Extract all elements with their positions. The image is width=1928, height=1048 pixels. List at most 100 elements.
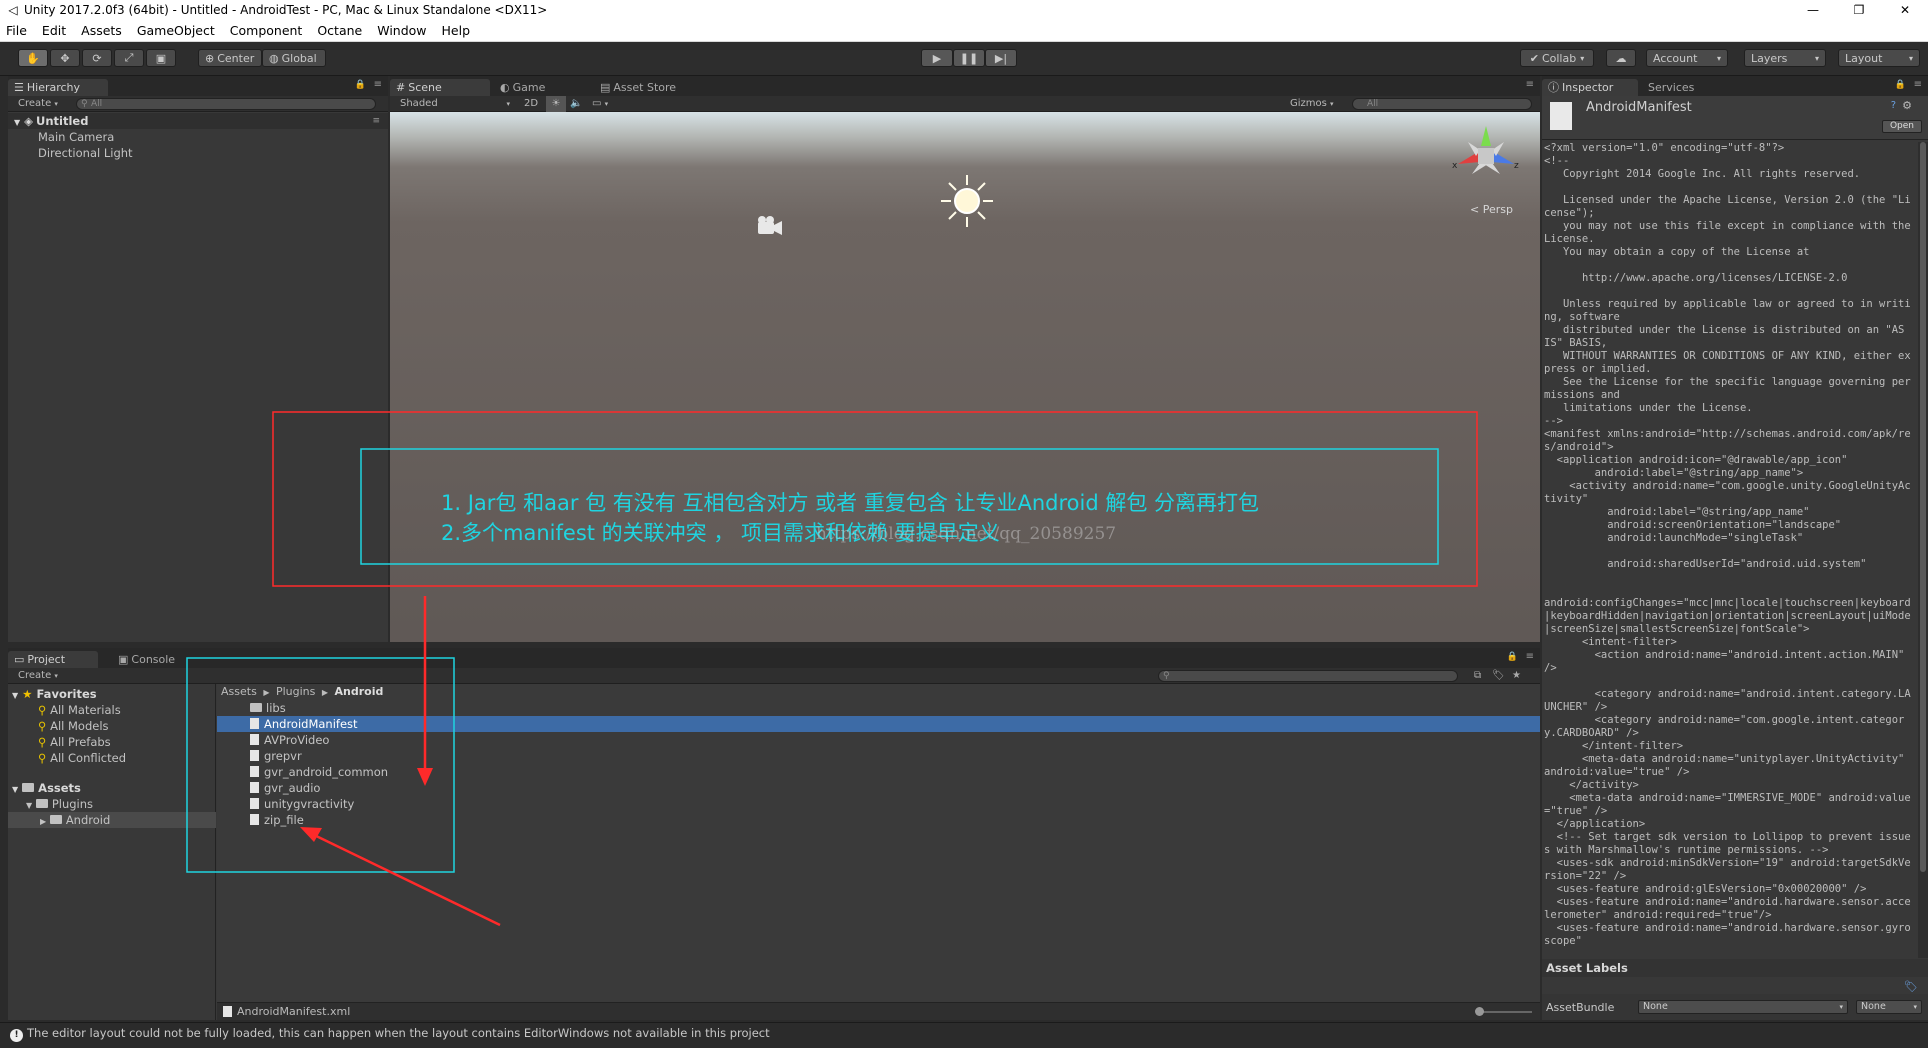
hierarchy-search-input[interactable]: All [76, 98, 376, 110]
favorite-all-conflicted[interactable]: ⚲ All Conflicted [38, 750, 126, 766]
tab-asset-store[interactable]: ▤ Asset Store [594, 79, 704, 96]
2d-toggle[interactable]: 2D [524, 96, 538, 112]
file-row-libs[interactable]: libs [217, 700, 1540, 716]
help-icon[interactable]: ? [1891, 100, 1896, 111]
audio-toggle[interactable]: 🔈 [570, 96, 582, 112]
tab-inspector[interactable]: ⓘ Inspector [1542, 79, 1638, 96]
zoom-slider[interactable] [1477, 1011, 1532, 1013]
panel-menu-icon[interactable]: ≡ [374, 79, 382, 90]
panel-menu-icon[interactable]: ≡ [1526, 651, 1534, 662]
cloud-button[interactable]: ☁ [1606, 49, 1636, 67]
favorites-header[interactable]: ▼ ★ Favorites [12, 686, 97, 702]
search-icon: ⚲ [1163, 671, 1170, 681]
asset-name: AndroidManifest [1586, 100, 1692, 115]
favorite-star-icon[interactable]: ★ [1512, 668, 1521, 684]
menu-component[interactable]: Component [230, 23, 303, 38]
account-dropdown[interactable]: Account ▾ [1646, 49, 1728, 67]
filter-label-icon[interactable]: 🏷 [1492, 668, 1505, 684]
scene-row[interactable]: ▼ ◈ Untitled ≡ [8, 113, 388, 129]
pause-button[interactable]: ❚❚ [953, 49, 985, 67]
inspector-scrollbar[interactable] [1918, 142, 1928, 958]
menu-edit[interactable]: Edit [42, 23, 66, 38]
lock-icon[interactable]: 🔒 [355, 80, 366, 90]
lock-icon[interactable]: 🔒 [1507, 652, 1518, 662]
text-asset-icon [1550, 102, 1572, 130]
rotate-tool-button[interactable]: ⟳ [82, 49, 112, 67]
file-row-unitygvractivity[interactable]: unitygvractivity [217, 796, 1540, 812]
minimize-button[interactable]: — [1790, 0, 1836, 20]
menu-file[interactable]: File [6, 23, 27, 38]
breadcrumb-assets[interactable]: Assets [221, 685, 257, 698]
orientation-gizmo[interactable] [1458, 126, 1514, 174]
tab-game[interactable]: ◐ Game [494, 79, 574, 96]
inspector-scroll-thumb[interactable] [1920, 142, 1926, 872]
shading-dropdown[interactable]: Shaded ▾ [400, 96, 510, 112]
menu-gameobject[interactable]: GameObject [137, 23, 215, 38]
assets-header[interactable]: ▼ Assets [12, 780, 81, 796]
tag-icon[interactable]: 🏷 [1904, 980, 1918, 993]
project-search-input[interactable] [1158, 670, 1458, 682]
panel-menu-icon[interactable]: ≡ [1914, 79, 1922, 90]
hierarchy-item-main-camera[interactable]: Main Camera [38, 129, 114, 145]
scene-search-input[interactable]: All [1352, 98, 1532, 110]
expand-arrow-icon[interactable]: ▼ [14, 118, 20, 127]
lock-icon[interactable]: 🔒 [1895, 80, 1906, 90]
file-row-androidmanifest[interactable]: AndroidManifest [217, 716, 1540, 732]
close-button[interactable]: ✕ [1882, 0, 1928, 20]
scale-tool-button[interactable]: ⤢ [114, 49, 144, 67]
camera-gizmo[interactable] [758, 216, 782, 235]
tab-project[interactable]: ▭ Project [8, 651, 98, 668]
effects-dropdown[interactable]: ▭ ▾ [592, 96, 608, 112]
hierarchy-item-directional-light[interactable]: Directional Light [38, 145, 133, 161]
favorite-all-materials[interactable]: ⚲ All Materials [38, 702, 121, 718]
create-dropdown[interactable]: Create ▾ [18, 96, 58, 112]
folder-android[interactable]: ▶ Android [8, 812, 216, 828]
file-row-gvr-audio[interactable]: gvr_audio [217, 780, 1540, 796]
tab-services[interactable]: Services [1642, 79, 1722, 96]
collab-dropdown[interactable]: ✔ Collab ▾ [1520, 49, 1594, 67]
menu-window[interactable]: Window [377, 23, 426, 38]
gizmos-dropdown[interactable]: Gizmos ▾ [1290, 96, 1334, 112]
file-row-gvr-android-common[interactable]: gvr_android_common [217, 764, 1540, 780]
asset-bundle-dropdown[interactable]: None ▾ [1638, 1000, 1848, 1014]
menu-help[interactable]: Help [442, 23, 471, 38]
play-button[interactable]: ▶ [921, 49, 953, 67]
scene-viewport[interactable]: x z < Persp [390, 112, 1540, 642]
tab-console[interactable]: ▣ Console [112, 651, 202, 668]
asset-variant-dropdown[interactable]: None ▾ [1856, 1000, 1922, 1014]
tab-hierarchy[interactable]: ☰ Hierarchy [8, 79, 108, 96]
zoom-slider-handle[interactable] [1475, 1007, 1484, 1016]
favorite-all-models[interactable]: ⚲ All Models [38, 718, 109, 734]
gear-icon[interactable]: ⚙ [1902, 99, 1912, 112]
create-dropdown[interactable]: Create ▾ [18, 668, 58, 684]
space-toggle[interactable]: ◍ Global [262, 49, 326, 67]
directional-light-gizmo[interactable] [941, 175, 993, 227]
move-tool-button[interactable]: ✥ [50, 49, 80, 67]
breadcrumb-plugins[interactable]: Plugins [276, 685, 315, 698]
open-button[interactable]: Open [1882, 120, 1922, 133]
panel-menu-icon[interactable]: ≡ [1526, 79, 1534, 90]
breadcrumb-android[interactable]: Android [335, 685, 384, 698]
rect-tool-button[interactable]: ▣ [146, 49, 176, 67]
plugins-label: Plugins [51, 797, 94, 811]
file-row-grepvr[interactable]: grepvr [217, 748, 1540, 764]
tab-scene[interactable]: # Scene [390, 79, 490, 96]
file-row-zip-file[interactable]: zip_file [217, 812, 1540, 828]
file-row-avprovideo[interactable]: AVProVideo [217, 732, 1540, 748]
menu-octane[interactable]: Octane [317, 23, 362, 38]
folder-plugins[interactable]: ▼ Plugins [26, 796, 93, 812]
step-button[interactable]: ▶| [985, 49, 1017, 67]
layout-dropdown[interactable]: Layout ▾ [1838, 49, 1920, 67]
hand-tool-button[interactable]: ✋ [18, 49, 48, 67]
pivot-toggle[interactable]: ⊕ Center [198, 49, 262, 67]
menu-assets[interactable]: Assets [81, 23, 122, 38]
persp-label[interactable]: < Persp [1470, 203, 1513, 216]
layers-dropdown[interactable]: Layers ▾ [1744, 49, 1826, 67]
scene-menu-icon[interactable]: ≡ [372, 113, 380, 129]
status-bar[interactable]: ! The editor layout could not be fully lo… [0, 1022, 1928, 1042]
filter-type-icon[interactable]: ⧉ [1474, 668, 1481, 684]
lighting-toggle[interactable]: ☀ [546, 96, 566, 112]
favorite-all-prefabs[interactable]: ⚲ All Prefabs [38, 734, 111, 750]
layout-label: Layout [1845, 51, 1883, 65]
maximize-button[interactable]: ❐ [1836, 0, 1882, 20]
